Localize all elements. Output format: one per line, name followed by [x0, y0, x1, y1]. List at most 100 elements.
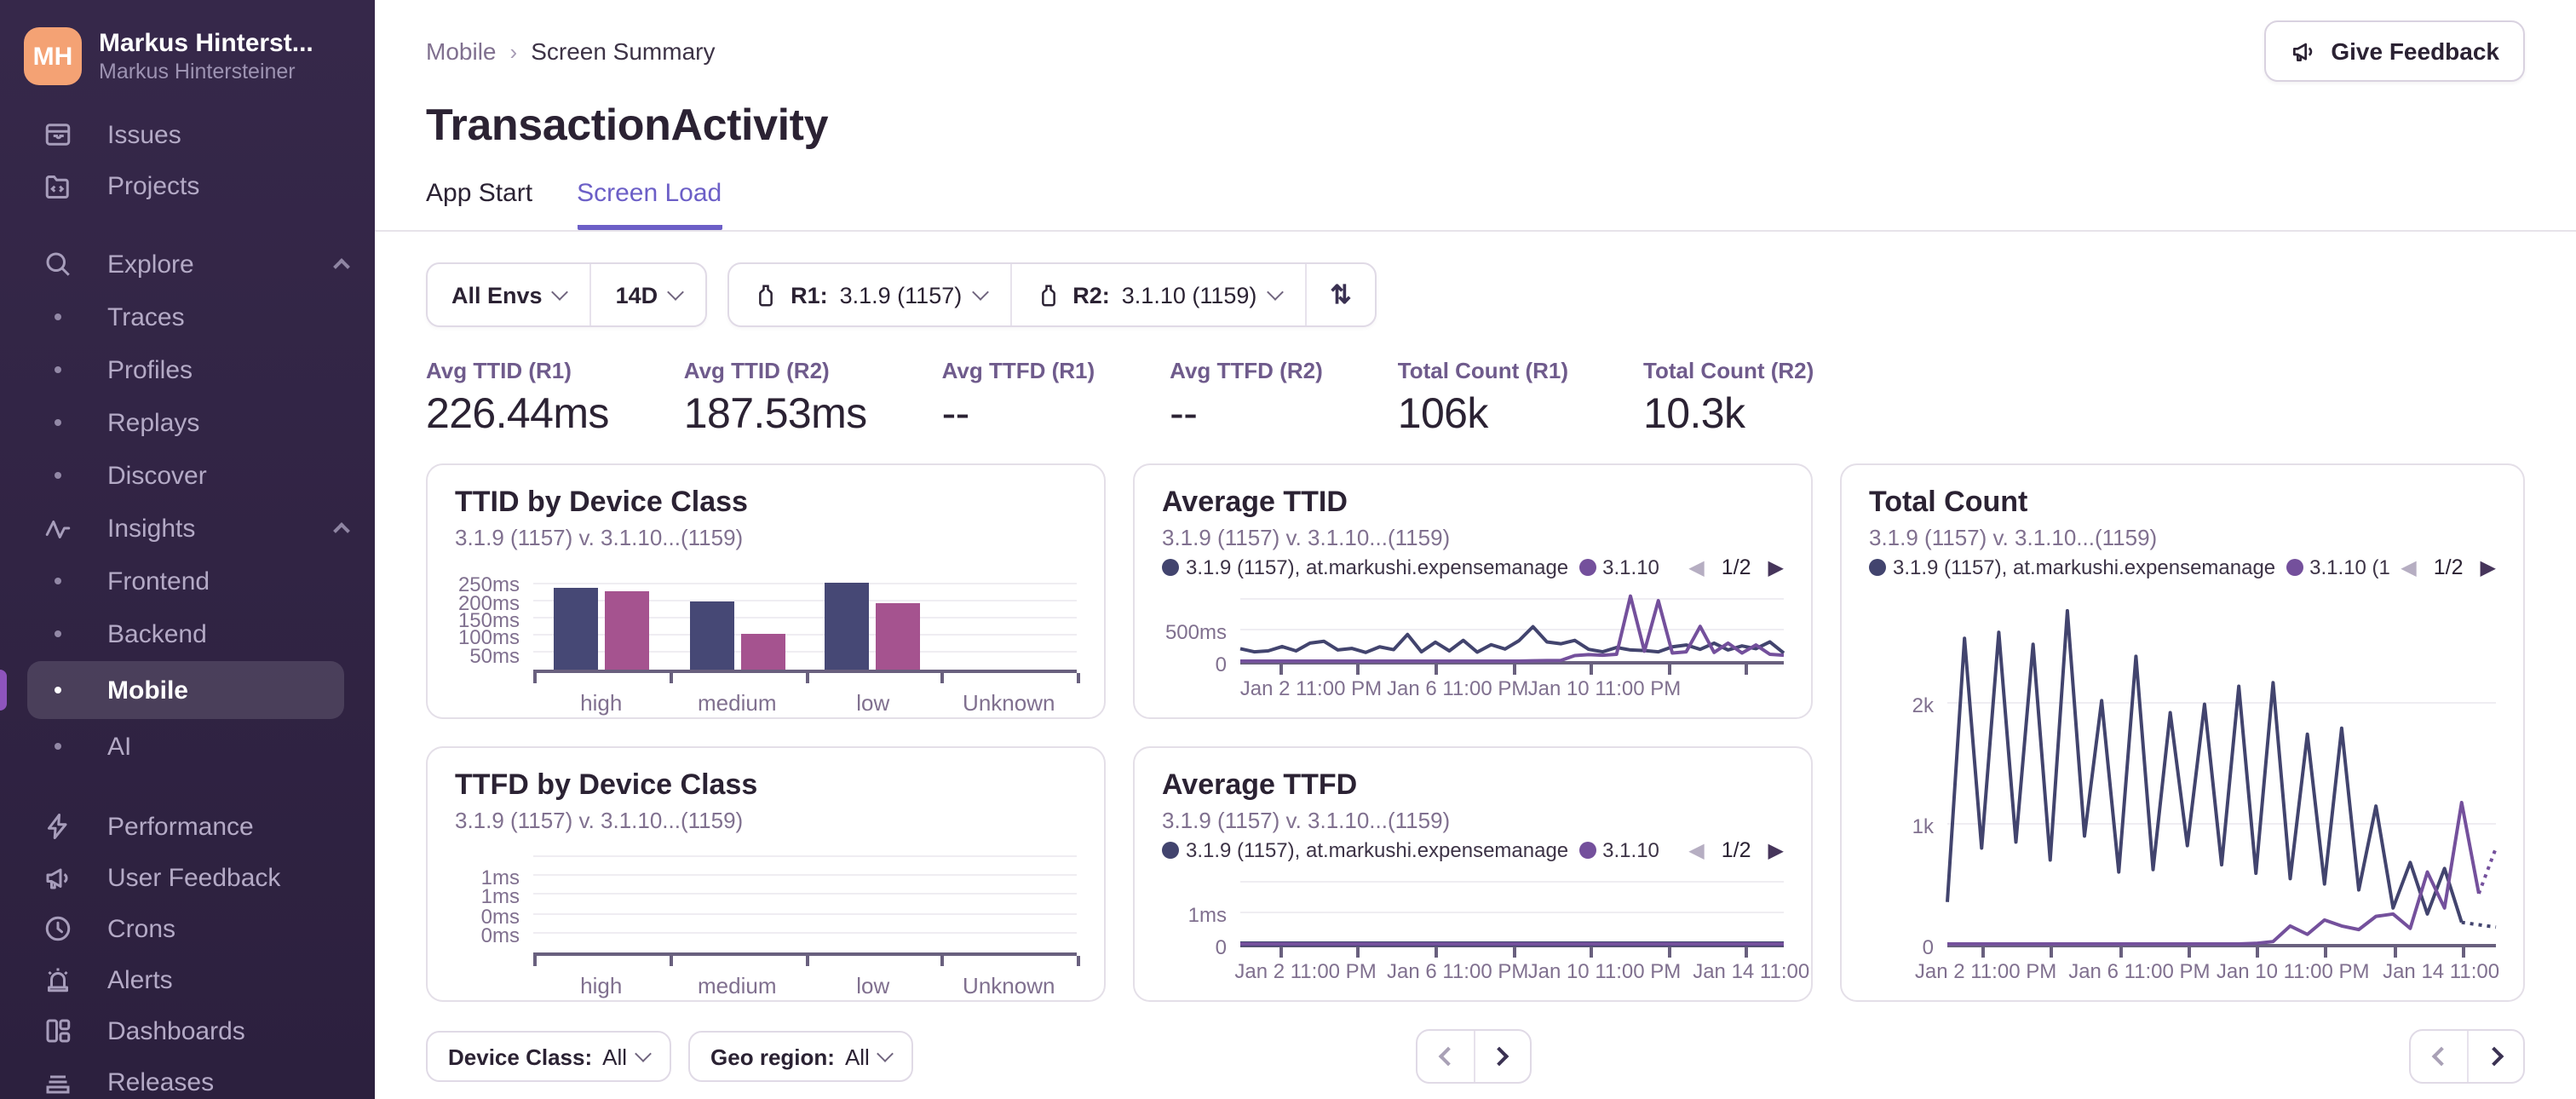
release-icon [753, 282, 779, 308]
breadcrumb-screen-summary: Screen Summary [531, 37, 716, 65]
swap-releases-button[interactable]: ⇅ [1304, 264, 1375, 325]
tab-screen-load[interactable]: Screen Load [577, 179, 722, 230]
give-feedback-button[interactable]: Give Feedback [2264, 20, 2525, 82]
releases-icon [43, 1067, 73, 1097]
legend-label-r2[interactable]: 3.1.10 (1 [2309, 555, 2390, 579]
card-subtitle: 3.1.9 (1157) v. 3.1.10...(1159) [455, 808, 744, 833]
bullet-icon [43, 314, 73, 320]
clock-icon [43, 913, 73, 944]
card-title: Total Count [1869, 486, 2028, 518]
legend-label-r2[interactable]: 3.1.10 [1602, 555, 1659, 579]
charts-pager [1415, 1029, 1531, 1084]
environment-select[interactable]: All Envs [428, 264, 590, 325]
sidebar-item-label: Traces [107, 302, 185, 331]
sidebar-item-user-feedback[interactable]: User Feedback [0, 852, 375, 903]
sidebar-item-profiles[interactable]: Profiles [27, 344, 344, 395]
legend-dot-r1 [1162, 842, 1179, 859]
release-2-select[interactable]: R2: 3.1.10 (1159) [1009, 264, 1304, 325]
legend-dot-r2 [1578, 842, 1596, 859]
bullet-icon [43, 419, 73, 426]
device-class-value: All [602, 1044, 628, 1069]
legend-label-r1[interactable]: 3.1.9 (1157), at.markushi.expensemanage [1893, 555, 2275, 579]
legend-label-r2[interactable]: 3.1.10 [1602, 838, 1659, 862]
release-1-select[interactable]: R1: 3.1.9 (1157) [729, 264, 1009, 325]
card-title: TTFD by Device Class [455, 768, 758, 801]
pager-prev-button[interactable] [1417, 1031, 1473, 1082]
legend-prev-icon[interactable]: ◀ [1688, 838, 1704, 862]
legend-prev-icon[interactable]: ◀ [1688, 555, 1704, 579]
ttfd-by-device-class-card: TTFD by Device Class 3.1.9 (1157) v. 3.1… [426, 746, 1106, 1002]
legend-label-r1[interactable]: 3.1.9 (1157), at.markushi.expensemanage [1186, 838, 1568, 862]
sidebar-item-dashboards[interactable]: Dashboards [0, 1005, 375, 1056]
period-value: 14D [615, 282, 658, 308]
pager-next-button[interactable] [2467, 1031, 2523, 1082]
sidebar-item-label: Dashboards [107, 1016, 245, 1045]
pager-next-button[interactable] [1473, 1031, 1529, 1082]
sidebar-item-backend[interactable]: Backend [27, 608, 344, 659]
geo-region-label: Geo region: [710, 1044, 835, 1069]
legend-prev-icon[interactable]: ◀ [2401, 555, 2416, 579]
chevron-right-icon: › [509, 38, 518, 64]
ttid-device-class-chart[interactable]: 250ms 200ms 150ms 100ms 50ms high medium low Unk… [455, 574, 1080, 716]
sidebar-item-releases[interactable]: Releases [0, 1056, 375, 1099]
release-1-prefix: R1: [791, 282, 828, 308]
sidebar-item-issues[interactable]: Issues [0, 109, 375, 160]
sidebar-item-ai[interactable]: AI [27, 721, 344, 772]
sidebar-group-insights[interactable]: Insights [0, 503, 375, 554]
legend-next-icon[interactable]: ▶ [1768, 555, 1784, 579]
environment-value: All Envs [451, 282, 543, 308]
bullet-icon [43, 687, 73, 693]
give-feedback-label: Give Feedback [2331, 37, 2499, 65]
sidebar-item-label: Replays [107, 408, 200, 437]
sidebar-item-crons[interactable]: Crons [0, 903, 375, 954]
legend-dot-r2 [2286, 559, 2303, 576]
chevron-down-icon [1266, 283, 1284, 300]
main-content: Mobile › Screen Summary Give Feedback Tr… [375, 0, 2576, 1099]
average-ttid-chart[interactable]: 500ms 0 Jan 2 11:00 PM Jan 6 11:00 PM Jan 10… [1162, 593, 1784, 700]
chevron-right-icon [2483, 1046, 2504, 1067]
sidebar-group-explore[interactable]: Explore [0, 239, 375, 290]
sidebar-item-label: Issues [107, 120, 181, 149]
release-2-prefix: R2: [1072, 282, 1110, 308]
lightning-icon [43, 811, 73, 842]
avatar: MH [24, 27, 82, 85]
stat-avg-ttfd-r2: Avg TTFD (R2) -- [1170, 358, 1323, 438]
env-period-filter-group: All Envs 14D [426, 262, 708, 327]
sidebar-item-discover[interactable]: Discover [27, 450, 344, 501]
sidebar-item-label: AI [107, 732, 132, 761]
bullet-icon [43, 630, 73, 637]
breadcrumb-mobile[interactable]: Mobile [426, 37, 497, 65]
geo-region-value: All [844, 1044, 870, 1069]
device-class-label: Device Class: [448, 1044, 593, 1069]
legend-next-icon[interactable]: ▶ [1768, 838, 1784, 862]
legend: 3.1.9 (1157), at.markushi.expensemanage … [1869, 555, 2496, 579]
sidebar-item-frontend[interactable]: Frontend [27, 555, 344, 607]
bullet-icon [43, 578, 73, 584]
chevron-down-icon [667, 283, 684, 300]
sidebar-item-alerts[interactable]: Alerts [0, 954, 375, 1005]
org-user-switcher[interactable]: MH Markus Hinterst... Markus Hinterstein… [0, 0, 375, 109]
user-name: Markus Hinterst... [99, 29, 313, 59]
total-count-chart[interactable]: 2k 1k 0 Jan 2 11:00 PM Jan 6 11:00 PM Jan 10 … [1869, 596, 2496, 983]
sidebar-item-mobile[interactable]: Mobile [0, 661, 344, 719]
legend: 3.1.9 (1157), at.markushi.expensemanage … [1162, 555, 1784, 579]
ttfd-device-class-chart[interactable]: 1ms 1ms 0ms 0ms high medium low Unknown [455, 855, 1080, 998]
pager-prev-button[interactable] [2411, 1031, 2467, 1082]
legend-next-icon[interactable]: ▶ [2481, 555, 2496, 579]
bullet-icon [43, 743, 73, 750]
geo-region-filter[interactable]: Geo region: All [688, 1031, 914, 1082]
ttid-by-device-class-card: TTID by Device Class 3.1.9 (1157) v. 3.1… [426, 463, 1106, 719]
tab-app-start[interactable]: App Start [426, 179, 532, 230]
sidebar-item-performance[interactable]: Performance [0, 801, 375, 852]
insights-icon [43, 513, 73, 544]
sidebar-item-replays[interactable]: Replays [27, 397, 344, 448]
sidebar-item-projects[interactable]: Projects [0, 160, 375, 211]
average-ttfd-chart[interactable]: 1ms 0 Jan 2 11:00 PM Jan 6 11:00 PM Jan 10 1… [1162, 876, 1809, 983]
card-subtitle: 3.1.9 (1157) v. 3.1.10...(1159) [1162, 525, 1451, 550]
sidebar-item-traces[interactable]: Traces [27, 291, 344, 342]
chevron-right-icon [1489, 1046, 1509, 1067]
legend-label-r1[interactable]: 3.1.9 (1157), at.markushi.expensemanage [1186, 555, 1568, 579]
total-count-pager [2409, 1029, 2525, 1084]
device-class-filter[interactable]: Device Class: All [426, 1031, 672, 1082]
period-select[interactable]: 14D [589, 264, 706, 325]
